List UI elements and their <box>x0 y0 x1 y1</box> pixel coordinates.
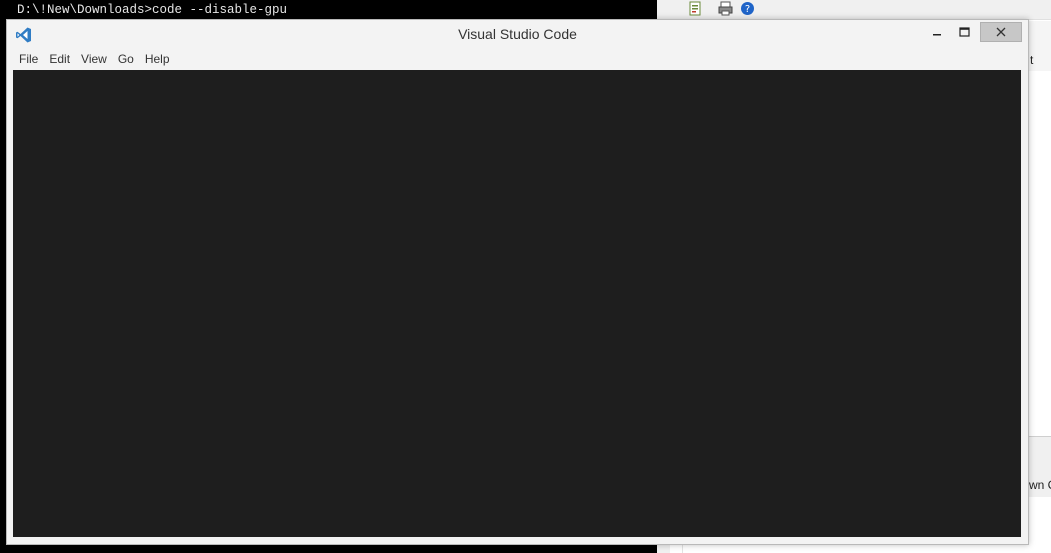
menu-help[interactable]: Help <box>139 49 175 66</box>
document-icon[interactable] <box>688 1 703 16</box>
minimize-icon <box>933 34 941 36</box>
background-lower-label: wn C <box>1029 478 1051 492</box>
close-icon <box>996 27 1006 37</box>
background-toolbar: ? <box>670 0 1051 20</box>
maximize-icon <box>958 27 970 37</box>
help-icon[interactable]: ? <box>740 1 755 16</box>
background-tab-label: t <box>1030 53 1034 67</box>
background-tab-area: t <box>1027 21 1051 71</box>
menu-view[interactable]: View <box>75 49 112 66</box>
print-icon[interactable] <box>718 1 733 16</box>
menu-edit[interactable]: Edit <box>43 49 75 66</box>
menu-go[interactable]: Go <box>112 49 139 66</box>
menu-file[interactable]: File <box>13 49 43 66</box>
maximize-button[interactable] <box>950 22 978 42</box>
svg-text:?: ? <box>745 4 750 15</box>
close-button[interactable] <box>980 22 1022 42</box>
editor-area[interactable] <box>13 70 1021 537</box>
background-lower-panel: wn C <box>1027 436 1051 497</box>
minimize-button[interactable] <box>923 22 951 42</box>
vscode-window: Visual Studio Code File Edit View Go Help <box>6 19 1029 545</box>
window-title: Visual Studio Code <box>458 26 577 42</box>
title-bar[interactable]: Visual Studio Code <box>7 20 1028 49</box>
menu-bar: File Edit View Go Help <box>13 49 1021 70</box>
console-bottom-strip <box>17 544 657 553</box>
console-command-line: D:\!New\Downloads>code --disable-gpu <box>17 3 288 17</box>
